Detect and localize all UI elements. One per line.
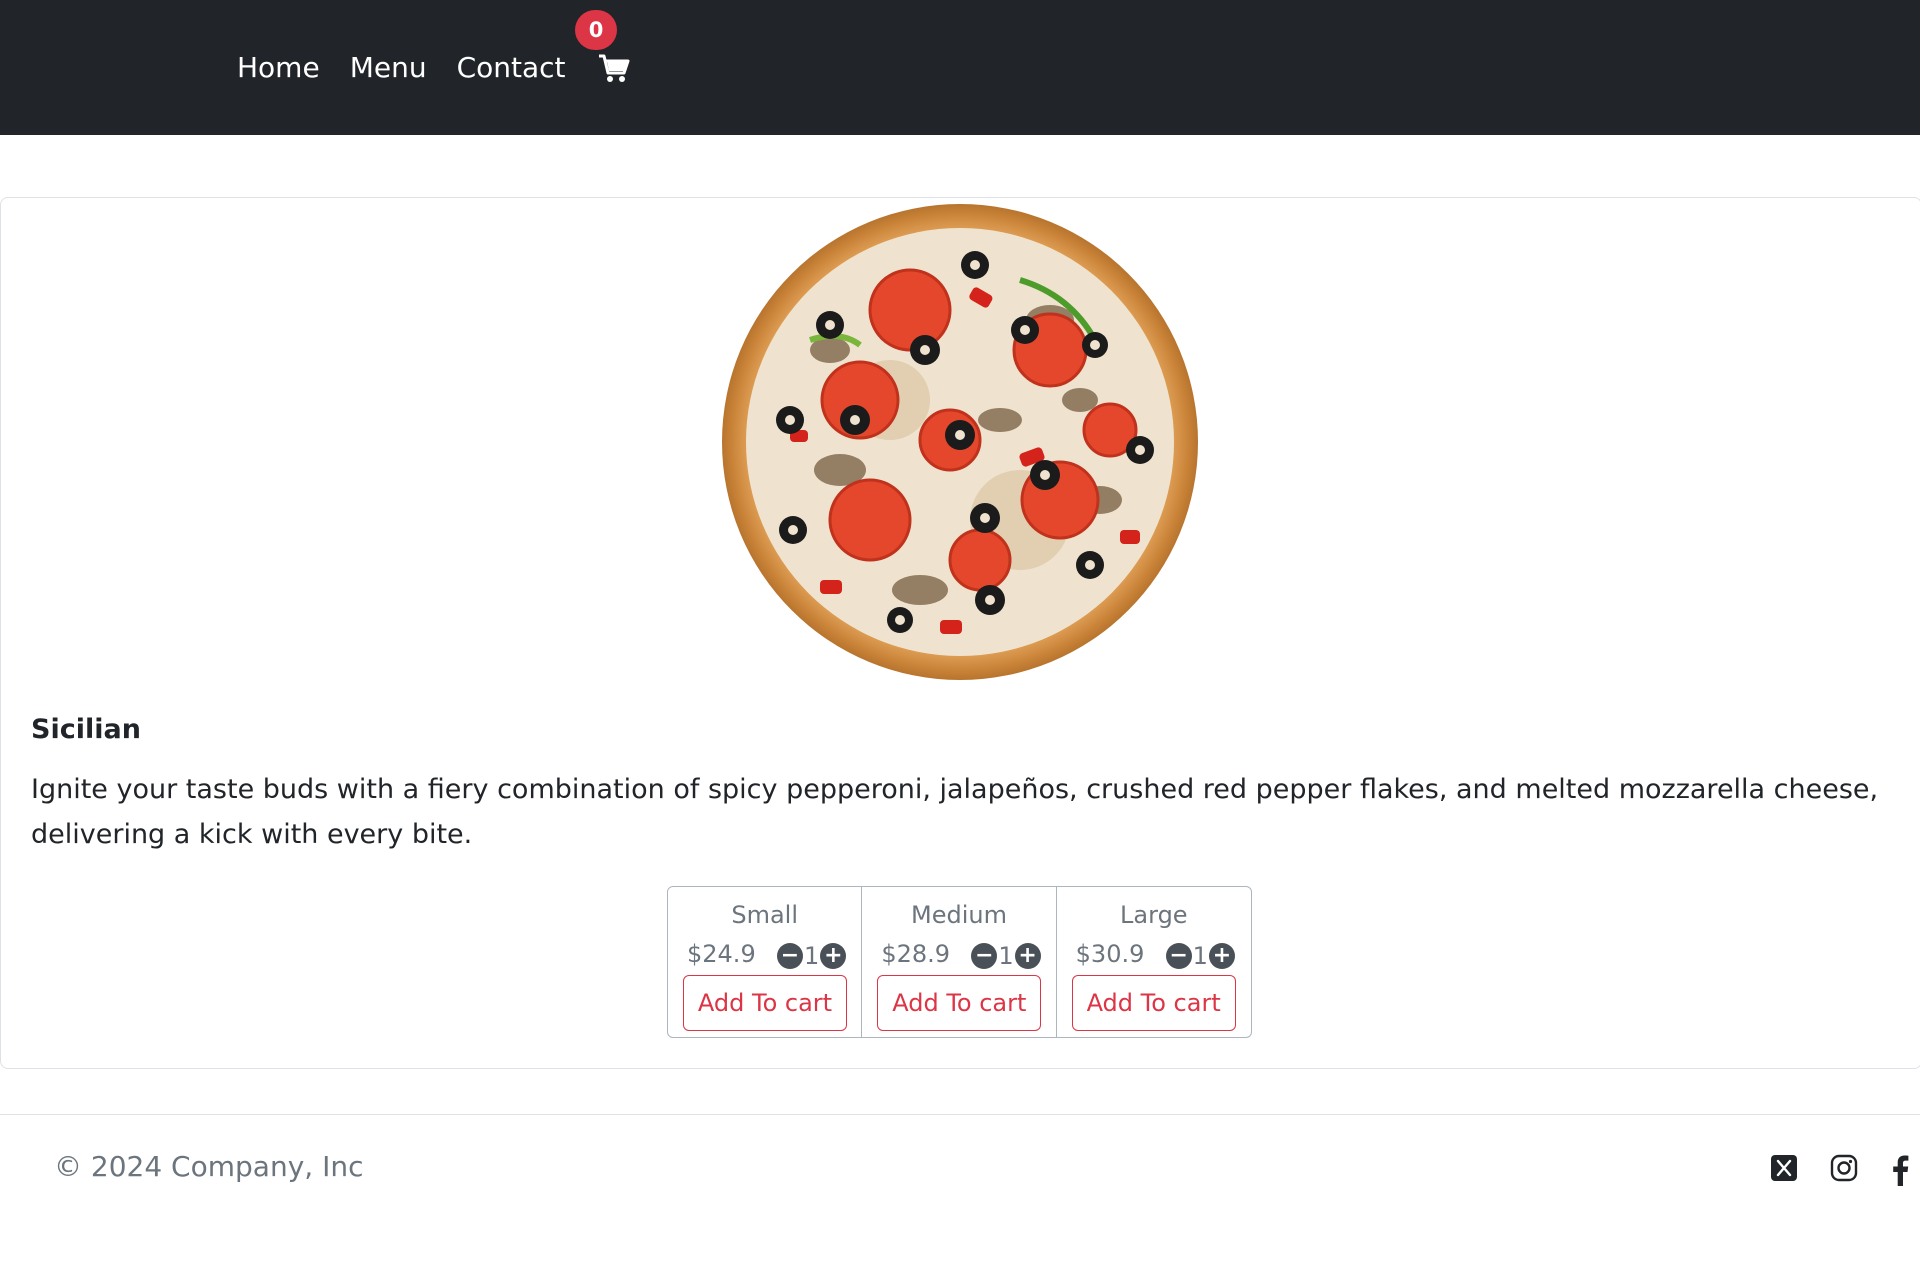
- x-twitter-link[interactable]: [1770, 1154, 1798, 1182]
- cart-button[interactable]: [598, 48, 638, 88]
- add-to-cart-button[interactable]: Add To cart: [683, 975, 847, 1031]
- quantity-value: 1: [804, 942, 820, 970]
- quantity-stepper: − 1 +: [1165, 942, 1235, 970]
- x-twitter-icon: [1771, 1155, 1797, 1181]
- quantity-value: 1: [998, 942, 1014, 970]
- pizza-image: [722, 204, 1198, 680]
- facebook-link[interactable]: [1890, 1154, 1910, 1186]
- size-option-large: Large $30.9 − 1 + Add To cart: [1057, 887, 1251, 1037]
- product-description: Ignite your taste buds with a fiery comb…: [31, 774, 1879, 850]
- size-price: $28.9: [881, 940, 951, 968]
- shopping-cart-icon: [598, 54, 630, 82]
- quantity-value: 1: [1192, 942, 1208, 970]
- size-name: Small: [731, 901, 798, 929]
- cart-count-badge: 0: [575, 10, 617, 50]
- facebook-icon: [1893, 1155, 1909, 1186]
- footer-divider: [0, 1114, 1920, 1115]
- size-option-small: Small $24.9 − 1 + Add To cart: [668, 887, 863, 1037]
- size-price: $24.9: [687, 940, 756, 968]
- decrease-quantity-button[interactable]: −: [777, 943, 803, 969]
- add-to-cart-button[interactable]: Add To cart: [1071, 975, 1236, 1031]
- increase-quantity-button[interactable]: +: [1208, 943, 1235, 969]
- decrease-quantity-button[interactable]: −: [1165, 943, 1192, 969]
- nav-link-contact[interactable]: Contact: [457, 48, 566, 88]
- nav-link-menu[interactable]: Menu: [350, 48, 427, 88]
- increase-quantity-button[interactable]: +: [1014, 943, 1041, 969]
- instagram-link[interactable]: [1830, 1154, 1858, 1182]
- nav-links: Home Menu Contact: [237, 48, 638, 88]
- instagram-icon: [1830, 1154, 1858, 1182]
- size-option-medium: Medium $28.9 − 1 + Add To cart: [862, 887, 1057, 1037]
- quantity-stepper: − 1 +: [777, 942, 847, 970]
- quantity-stepper: − 1 +: [971, 942, 1041, 970]
- nav-link-home[interactable]: Home: [237, 48, 320, 88]
- increase-quantity-button[interactable]: +: [820, 943, 847, 969]
- decrease-quantity-button[interactable]: −: [971, 943, 998, 969]
- size-price: $30.9: [1075, 940, 1145, 968]
- size-options: Small $24.9 − 1 + Add To cart Medium $28…: [667, 886, 1252, 1038]
- size-name: Large: [1120, 901, 1188, 929]
- copyright-text: © 2024 Company, Inc: [54, 1150, 364, 1183]
- navbar: Home Menu Contact 0: [0, 0, 1920, 135]
- add-to-cart-button[interactable]: Add To cart: [877, 975, 1042, 1031]
- product-title: Sicilian: [31, 714, 141, 745]
- size-name: Medium: [911, 901, 1007, 929]
